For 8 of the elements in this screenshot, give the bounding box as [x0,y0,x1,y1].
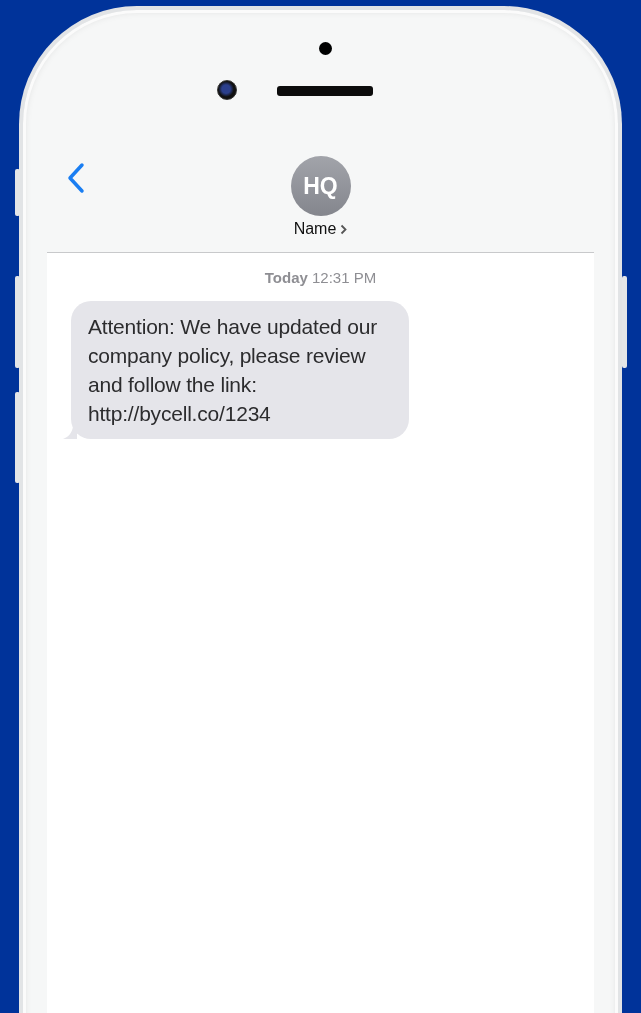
speaker-icon [277,86,373,96]
camera-icon [217,80,237,100]
chevron-icon [340,223,348,235]
timestamp: Today 12:31 PM [264,269,377,286]
sensor-icon [319,42,332,55]
contact-name[interactable]: Name [293,220,337,238]
back-icon[interactable] [67,162,85,194]
bubble-tail-icon [63,427,77,439]
